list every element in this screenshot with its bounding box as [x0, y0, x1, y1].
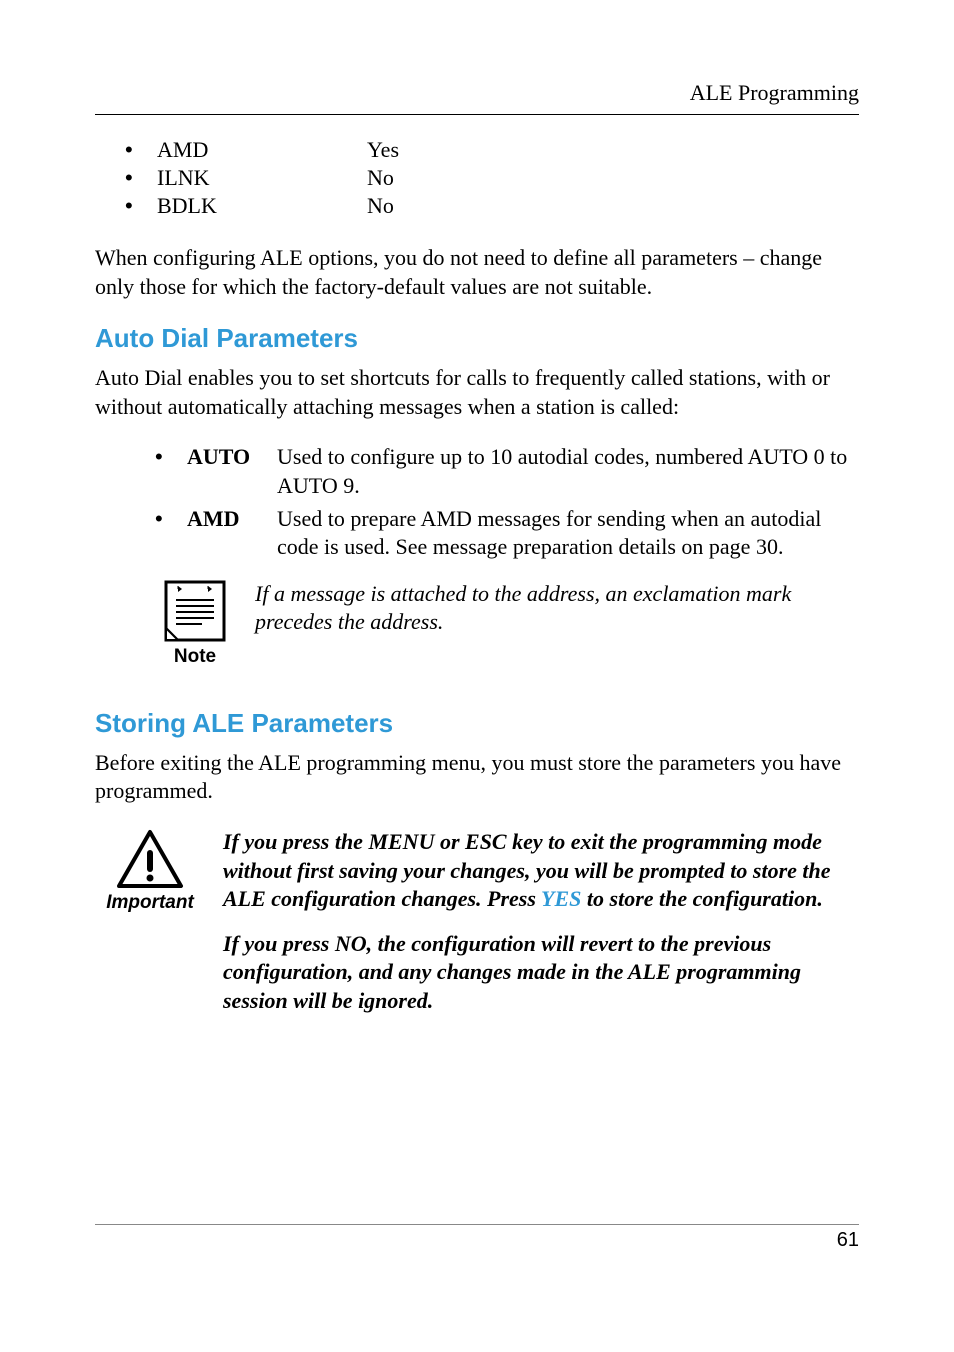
bullet-icon: • — [125, 193, 157, 219]
header-title: ALE Programming — [690, 80, 859, 105]
bullet-row: • AMD Yes — [125, 137, 859, 163]
bullet-label: ILNK — [157, 165, 367, 191]
note-icon-wrap: Note — [155, 580, 235, 668]
bullet-label: BDLK — [157, 193, 367, 219]
important-block: Important If you press the MENU or ESC k… — [95, 828, 859, 1032]
important-text-p2: If you press NO, the configuration will … — [223, 930, 859, 1016]
yes-word: YES — [541, 886, 581, 911]
note-icon — [164, 580, 226, 642]
page-number: 61 — [837, 1229, 859, 1251]
bullet-label: AMD — [157, 137, 367, 163]
page-header: ALE Programming — [95, 80, 859, 115]
storing-paragraph: Before exiting the ALE programming menu,… — [95, 749, 859, 806]
note-caption: Note — [174, 646, 216, 668]
important-icon-wrap: Important — [95, 828, 205, 914]
definition-row: • AMD Used to prepare AMD messages for s… — [155, 505, 859, 562]
section-heading-auto-dial: Auto Dial Parameters — [95, 323, 859, 354]
bullet-value: No — [367, 165, 394, 191]
note-block: Note If a message is attached to the add… — [155, 580, 859, 668]
bullet-icon: • — [125, 165, 157, 191]
section-heading-storing: Storing ALE Parameters — [95, 708, 859, 739]
bullet-value: Yes — [367, 137, 399, 163]
definition-description: Used to configure up to 10 autodial code… — [277, 443, 859, 500]
definition-list: • AUTO Used to configure up to 10 autodi… — [155, 443, 859, 561]
bullet-icon: • — [155, 443, 187, 472]
bullet-icon: • — [155, 505, 187, 534]
bullet-row: • BDLK No — [125, 193, 859, 219]
important-caption: Important — [106, 892, 194, 914]
definition-term: AUTO — [187, 443, 277, 472]
options-bullet-list: • AMD Yes • ILNK No • BDLK No — [125, 137, 859, 219]
bullet-icon: • — [125, 137, 157, 163]
warning-icon — [115, 828, 185, 890]
definition-term: AMD — [187, 505, 277, 534]
definition-row: • AUTO Used to configure up to 10 autodi… — [155, 443, 859, 500]
note-text: If a message is attached to the address,… — [255, 580, 859, 637]
auto-dial-paragraph: Auto Dial enables you to set shortcuts f… — [95, 364, 859, 421]
bullet-value: No — [367, 193, 394, 219]
definition-description: Used to prepare AMD messages for sending… — [277, 505, 859, 562]
intro-paragraph: When configuring ALE options, you do not… — [95, 244, 859, 301]
important-text: If you press the MENU or ESC key to exit… — [223, 828, 859, 1032]
important-text-p1-after: to store the configuration. — [581, 886, 822, 911]
bullet-row: • ILNK No — [125, 165, 859, 191]
page-footer: 61 — [95, 1224, 859, 1252]
